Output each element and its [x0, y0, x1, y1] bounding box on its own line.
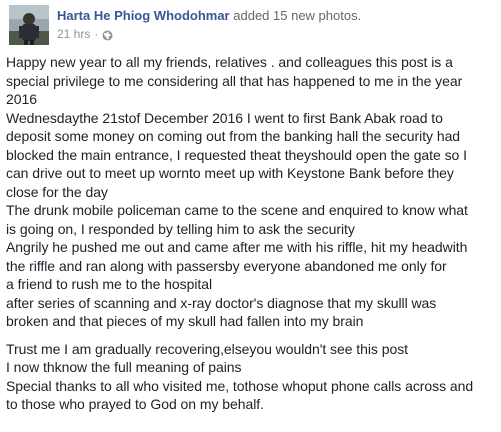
post-text-line: can drive out to meet up wornto meet up … [6, 165, 454, 181]
post-header-text: Harta He Phiog Whodohmar added 15 new ph… [57, 7, 497, 42]
post-text-line: is going on, I responded by telling him … [6, 220, 355, 237]
post-header: Harta He Phiog Whodohmar added 15 new ph… [9, 5, 489, 45]
feed-post: Harta He Phiog Whodohmar added 15 new ph… [0, 0, 501, 432]
post-meta: 21 hrs · [57, 26, 497, 42]
post-text-line: special privilege to me considering all … [6, 72, 463, 89]
avatar[interactable] [9, 5, 49, 45]
post-text-line: The drunk mobile policeman came to the s… [6, 202, 468, 218]
post-timestamp[interactable]: 21 hrs [57, 26, 90, 42]
post-text-line: 2016 [6, 91, 37, 107]
avatar-image [9, 5, 49, 45]
post-text-line: after series of scanning and x-ray docto… [6, 294, 437, 311]
globe-icon[interactable] [102, 29, 113, 40]
post-action-text: added 15 new photos. [233, 8, 362, 23]
post-text-line: Wednesdaythe 21stof December 2016 I went… [6, 109, 443, 126]
post-text-line: close for the day [6, 183, 108, 200]
post-title-line: Harta He Phiog Whodohmar added 15 new ph… [57, 7, 497, 24]
post-text-line: Trust me I am gradually recovering,elsey… [6, 340, 408, 357]
post-text-line: I now thknow the full meaning of pains [6, 359, 242, 375]
author-name-link[interactable]: Harta He Phiog Whodohmar [57, 8, 230, 23]
post-paragraph-2: Trust me I am gradually recovering,elsey… [6, 340, 496, 414]
post-text-line: Special thanks to all who visited me, to… [6, 377, 474, 394]
post-text-line: broken and that pieces of my skull had f… [6, 313, 364, 329]
post-text-line: deposit some money on coming out from th… [6, 128, 461, 144]
post-body: Happy new year to all my friends, relati… [6, 53, 496, 414]
post-text-line: a friend to rush me to the hospital [6, 276, 213, 292]
post-text-line: Angrily he pushed me out and came after … [6, 239, 468, 255]
post-text-line: Happy new year to all my friends, relati… [6, 54, 453, 70]
post-paragraph-1: Happy new year to all my friends, relati… [6, 53, 496, 331]
meta-separator: · [94, 27, 99, 41]
post-text-line: blocked the main entrance, I requested t… [6, 146, 467, 163]
post-text-line: to those who prayed to God on my behalf. [6, 396, 264, 412]
post-text-line: the riffle and ran along with passersby … [6, 257, 447, 274]
